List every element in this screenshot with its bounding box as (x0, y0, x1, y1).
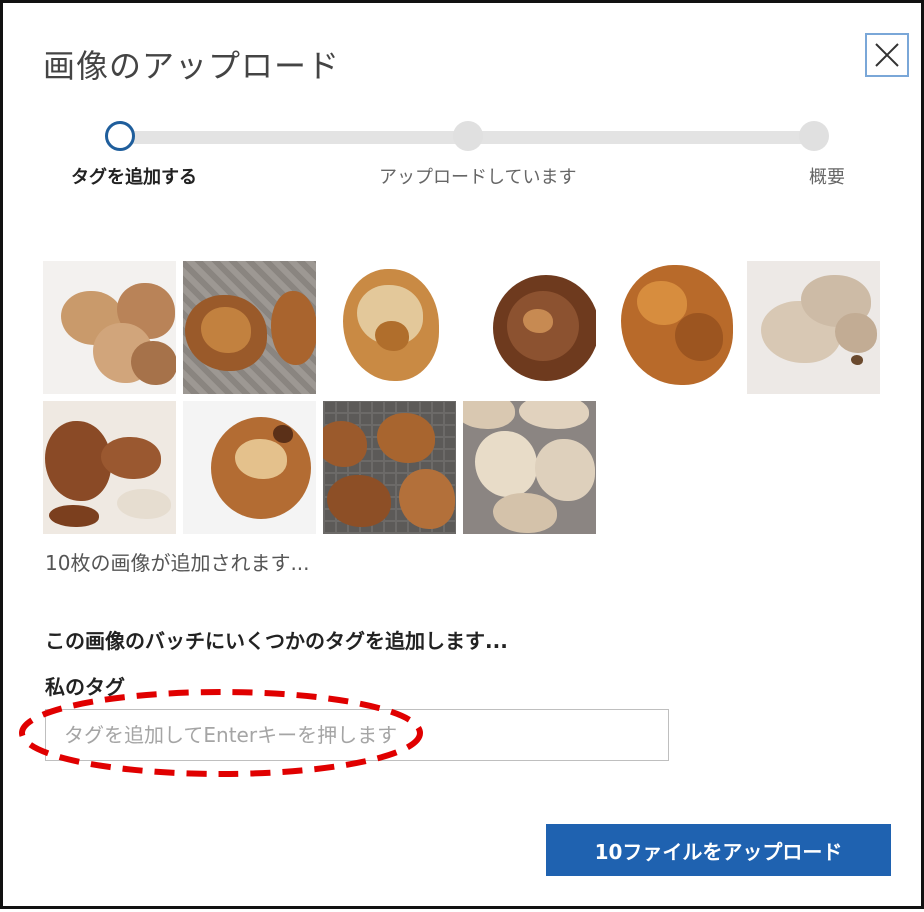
step-2-label: アップロードしています (379, 167, 577, 188)
image-thumbnail (323, 401, 456, 534)
image-thumbnail (183, 401, 316, 534)
image-thumbnail (463, 261, 596, 394)
image-thumbnail (43, 261, 176, 394)
step-3-label: 概要 (809, 167, 845, 188)
image-thumbnail (463, 401, 596, 534)
image-count-text: 10枚の画像が追加されます... (45, 551, 310, 575)
upload-dialog: 画像のアップロード タグを追加する アップロードしています 概要 10枚の画像が… (0, 0, 924, 909)
step-3-dot (799, 121, 829, 151)
my-tags-label: 私のタグ (45, 675, 125, 699)
image-thumbnail (183, 261, 316, 394)
tag-section-title: この画像のバッチにいくつかのタグを追加します... (45, 629, 508, 653)
progress-stepper: タグを追加する アップロードしています 概要 (3, 3, 921, 203)
step-1-label: タグを追加する (71, 167, 197, 188)
image-thumbnail (43, 401, 176, 534)
image-thumbnail (747, 261, 880, 394)
upload-files-button[interactable]: 10ファイルをアップロード (546, 824, 891, 876)
step-2-dot (453, 121, 483, 151)
image-thumbnail (603, 261, 736, 394)
tag-input[interactable] (45, 709, 669, 761)
image-thumbnail (323, 261, 456, 394)
step-1-dot (105, 121, 135, 151)
